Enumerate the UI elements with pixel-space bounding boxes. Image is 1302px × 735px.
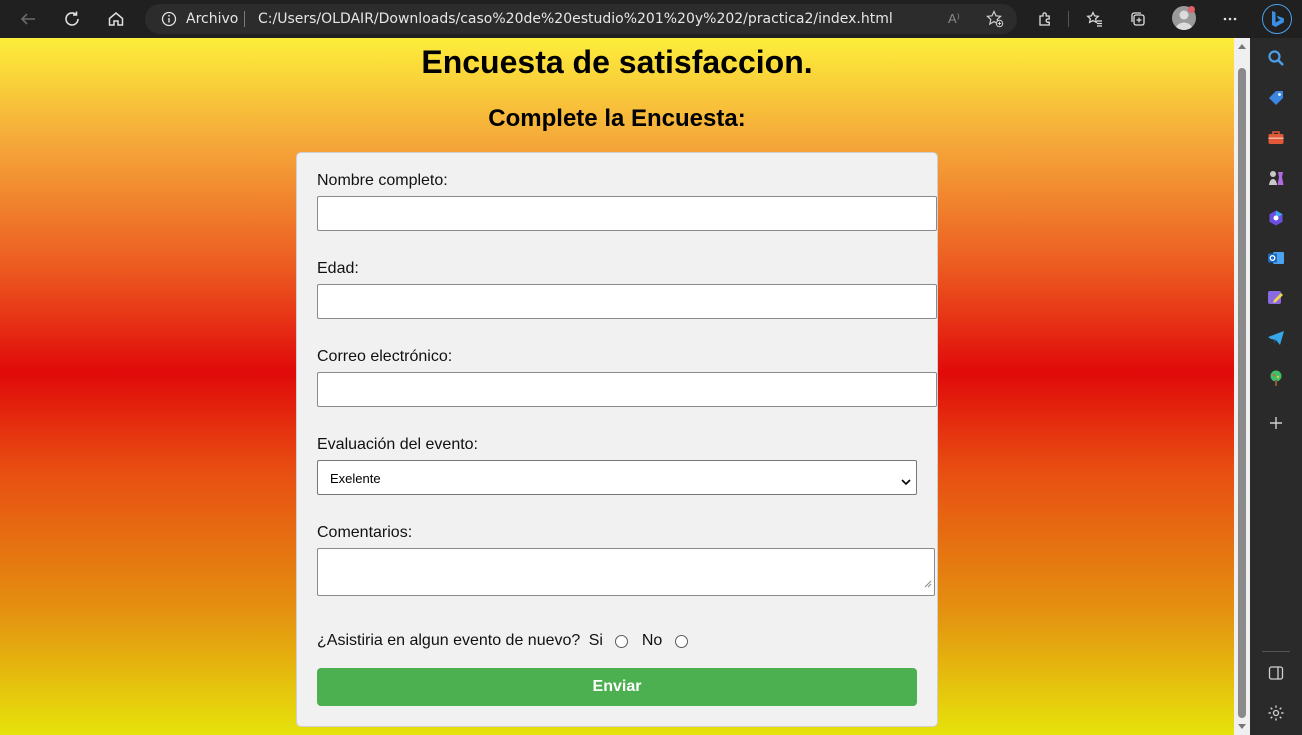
- outlook-icon[interactable]: [1263, 245, 1289, 271]
- comments-label: Comentarios:: [317, 524, 413, 541]
- rating-label: Evaluación del evento:: [317, 436, 478, 453]
- attend-question-row: ¿Asistiria en algun evento de nuevo? Si …: [317, 632, 688, 650]
- scroll-down-arrow-icon[interactable]: [1238, 724, 1246, 729]
- rating-select[interactable]: Exelente: [317, 460, 917, 495]
- resize-handle-icon[interactable]: [924, 575, 932, 593]
- collections-icon[interactable]: [1123, 4, 1153, 34]
- favorites-icon[interactable]: [1080, 4, 1110, 34]
- survey-form: Nombre completo: Edad: Correo electrónic…: [296, 152, 938, 727]
- copilot-icon[interactable]: [1263, 205, 1289, 231]
- designer-icon[interactable]: [1263, 285, 1289, 311]
- address-bar[interactable]: Archivo C:/Users/OLDAIR/Downloads/caso%2…: [145, 4, 1017, 34]
- bing-chat-icon[interactable]: [1262, 4, 1292, 34]
- email-label: Correo electrónico:: [317, 348, 453, 365]
- tools-briefcase-icon[interactable]: [1263, 125, 1289, 151]
- comments-textarea[interactable]: [317, 548, 935, 596]
- games-icon[interactable]: [1263, 165, 1289, 191]
- refresh-icon[interactable]: [57, 4, 87, 34]
- read-aloud-icon[interactable]: A⁾: [948, 11, 960, 27]
- toolbar-divider: [1068, 11, 1069, 27]
- page-subtitle: Complete la Encuesta:: [488, 105, 746, 132]
- rating-selected-value: Exelente: [330, 471, 381, 486]
- chevron-down-icon: [901, 473, 911, 491]
- sidebar-divider: [1262, 651, 1290, 652]
- add-favorite-icon[interactable]: [985, 9, 1005, 34]
- name-input[interactable]: [317, 196, 937, 231]
- split-screen-icon[interactable]: [1263, 660, 1289, 686]
- email-input[interactable]: [317, 372, 937, 407]
- home-icon[interactable]: [101, 4, 131, 34]
- info-icon[interactable]: [161, 11, 177, 32]
- more-icon[interactable]: [1215, 4, 1245, 34]
- shopping-tag-icon[interactable]: [1263, 85, 1289, 111]
- name-label: Nombre completo:: [317, 172, 448, 189]
- address-divider: [244, 11, 245, 27]
- tree-icon[interactable]: [1263, 365, 1289, 391]
- add-icon[interactable]: [1263, 410, 1289, 436]
- telegram-icon[interactable]: [1263, 325, 1289, 351]
- yes-radio[interactable]: [615, 634, 629, 648]
- search-icon[interactable]: [1263, 45, 1289, 71]
- profile-notification-dot: [1188, 6, 1195, 13]
- browser-toolbar: Archivo C:/Users/OLDAIR/Downloads/caso%2…: [0, 0, 1302, 38]
- submit-button[interactable]: Enviar: [317, 668, 917, 706]
- attend-question: ¿Asistiria en algun evento de nuevo?: [317, 632, 581, 649]
- page-title: Encuesta de satisfaccion.: [421, 44, 813, 80]
- back-icon[interactable]: [13, 4, 43, 34]
- no-label: No: [641, 632, 663, 649]
- edge-sidebar: [1250, 38, 1302, 735]
- scroll-thumb[interactable]: [1238, 68, 1246, 718]
- scroll-up-arrow-icon[interactable]: [1238, 44, 1246, 49]
- age-label: Edad:: [317, 260, 359, 277]
- age-input[interactable]: [317, 284, 937, 319]
- page-viewport: Encuesta de satisfaccion. Complete la En…: [0, 38, 1234, 735]
- url-text[interactable]: C:/Users/OLDAIR/Downloads/caso%20de%20es…: [258, 11, 893, 27]
- yes-label: Si: [588, 632, 603, 649]
- site-label: Archivo: [186, 11, 239, 27]
- settings-icon[interactable]: [1263, 700, 1289, 726]
- extensions-icon[interactable]: [1031, 4, 1061, 34]
- no-radio[interactable]: [674, 634, 688, 648]
- page-scrollbar[interactable]: [1234, 38, 1250, 735]
